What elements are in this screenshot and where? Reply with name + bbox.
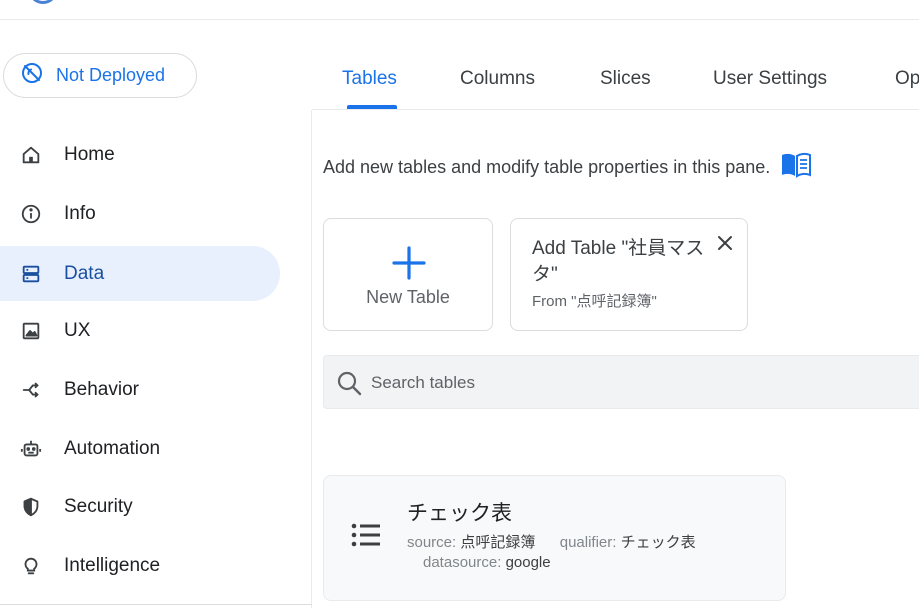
search-box: [323, 355, 919, 409]
qualifier-key: qualifier:: [559, 534, 617, 551]
home-icon: [19, 143, 43, 167]
sidebar-item-automation[interactable]: Automation: [0, 421, 280, 476]
sidebar-item-label: Automation: [64, 437, 161, 459]
new-table-card[interactable]: New Table: [323, 218, 493, 331]
close-icon[interactable]: [717, 235, 733, 251]
deploy-status-button[interactable]: Not Deployed: [3, 53, 197, 98]
tab-slices[interactable]: Slices: [600, 68, 651, 90]
sidebar-item-label: Behavior: [64, 378, 139, 400]
qualifier-value: チェック表: [620, 534, 696, 551]
book-icon[interactable]: [780, 152, 812, 183]
sidebar-item-label: Info: [64, 202, 96, 224]
info-icon: [19, 202, 43, 226]
sidebar-item-security[interactable]: Security: [0, 479, 280, 534]
lightbulb-icon: [19, 554, 43, 578]
sidebar: Home Info Data UX Behavior Automation Se…: [0, 110, 312, 608]
sidebar-item-label: Intelligence: [64, 554, 161, 576]
sidebar-item-label: Data: [64, 262, 105, 284]
deploy-status-label: Not Deployed: [56, 65, 166, 85]
shuffle-icon: [19, 378, 43, 402]
table-source-info: source: 点呼記録簿 qualifier: チェック表: [407, 531, 696, 552]
add-table-suggestion-card[interactable]: Add Table "社員マスタ" From "点呼記録簿": [510, 218, 748, 331]
active-tab-indicator: [347, 105, 397, 109]
suggestion-subtitle: From "点呼記録簿": [532, 293, 657, 310]
sidebar-item-intelligence[interactable]: Intelligence: [0, 538, 280, 593]
table-name: チェック表: [407, 502, 512, 525]
description-text: Add new tables and modify table properti…: [323, 157, 771, 177]
plus-icon: [392, 246, 426, 280]
list-icon: [351, 523, 380, 547]
tab-user-settings[interactable]: User Settings: [713, 68, 827, 90]
table-list-item[interactable]: チェック表 source: 点呼記録簿 qualifier: チェック表 dat…: [323, 475, 786, 601]
robot-icon: [19, 437, 43, 461]
app-logo: [28, 0, 58, 4]
search-input[interactable]: [371, 368, 871, 398]
top-bar: [0, 0, 919, 20]
tab-options[interactable]: Op: [895, 68, 919, 90]
data-icon: [19, 262, 43, 286]
not-deployed-icon: [20, 61, 44, 90]
sidebar-item-ux[interactable]: UX: [0, 303, 280, 358]
app-root: Not Deployed Tables Columns Slices User …: [0, 0, 919, 608]
search-icon: [337, 371, 362, 396]
table-datasource-info: datasource: google: [423, 554, 551, 571]
sidebar-divider: [0, 604, 312, 605]
sidebar-item-behavior[interactable]: Behavior: [0, 362, 280, 417]
pane-description: Add new tables and modify table properti…: [323, 152, 812, 183]
sidebar-item-label: Home: [64, 143, 115, 165]
image-icon: [19, 319, 43, 343]
sidebar-item-info[interactable]: Info: [0, 186, 280, 241]
tab-columns[interactable]: Columns: [460, 68, 535, 90]
suggestion-title: Add Table "社員マスタ": [532, 238, 705, 285]
datasource-key: datasource:: [423, 554, 502, 571]
sidebar-item-home[interactable]: Home: [0, 127, 280, 182]
sidebar-item-data[interactable]: Data: [0, 246, 280, 301]
tab-bar: Tables Columns Slices User Settings Op: [312, 20, 919, 110]
shield-icon: [19, 495, 43, 519]
new-table-label: New Table: [366, 287, 450, 307]
sidebar-item-label: Security: [64, 495, 133, 517]
sidebar-item-label: UX: [64, 319, 91, 341]
datasource-value: google: [505, 554, 551, 571]
source-value: 点呼記録簿: [460, 534, 536, 551]
tab-tables[interactable]: Tables: [342, 68, 397, 90]
source-key: source:: [407, 534, 457, 551]
